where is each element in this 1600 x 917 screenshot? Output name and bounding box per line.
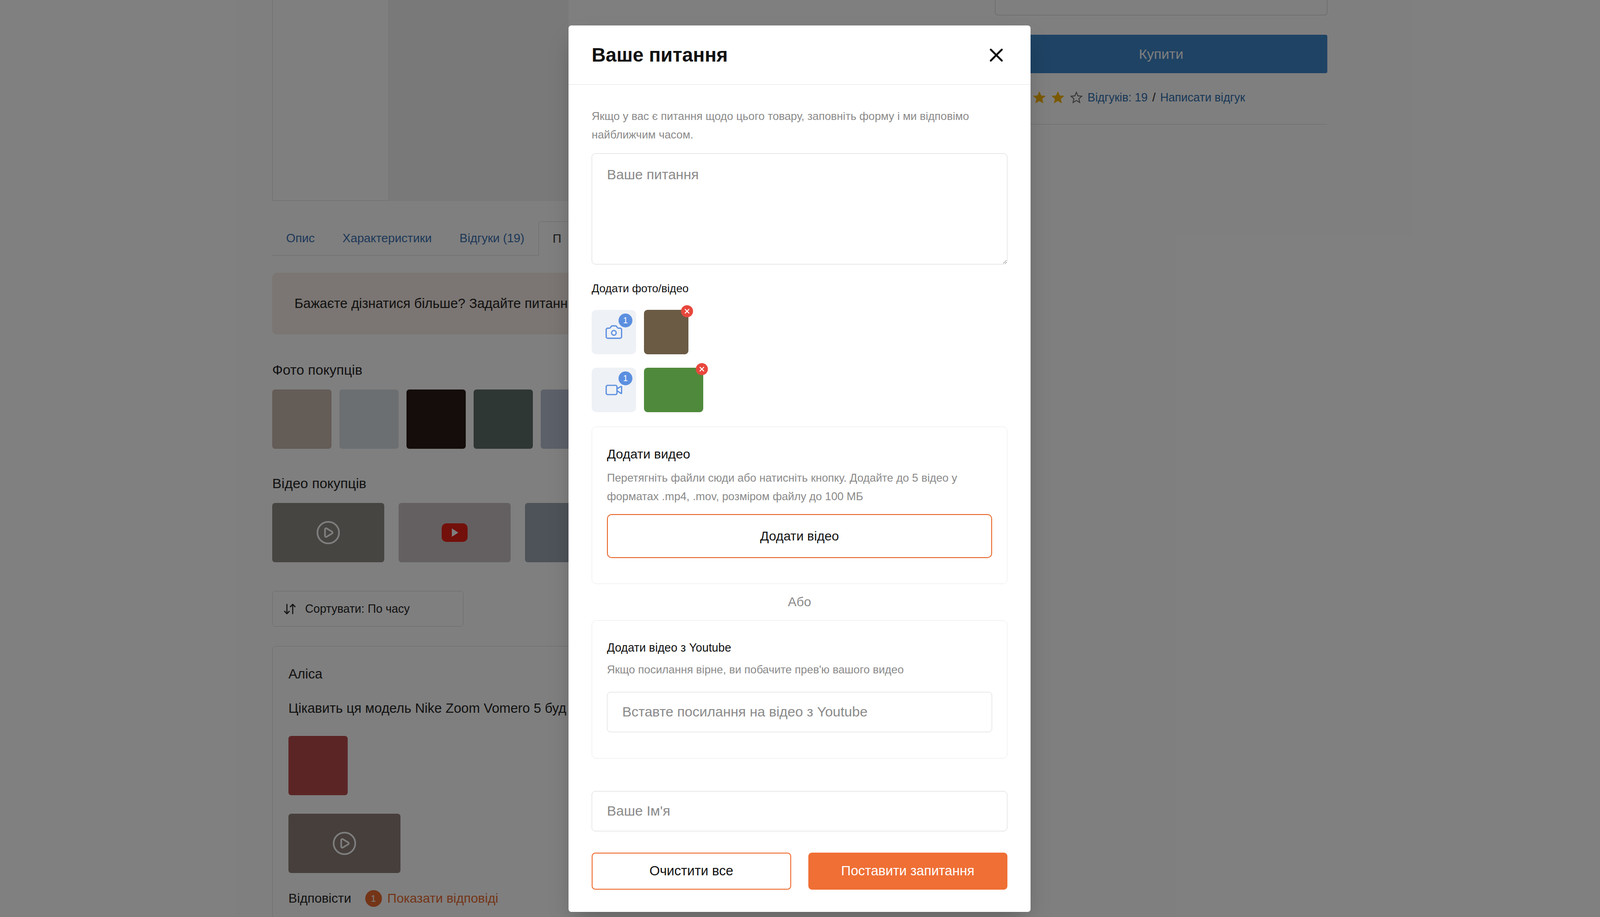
remove-icon: [683, 307, 691, 315]
upload-title: Додати видео: [606, 444, 993, 464]
dialog-header: Ваше питання: [568, 25, 1031, 85]
add-video-button[interactable]: Додати відео: [606, 513, 993, 558]
media-label: Додати фото/відео: [591, 280, 1008, 297]
dialog-body: Якщо у вас є питання щодо цього товару, …: [568, 84, 1031, 912]
dialog-actions: Очистити все Поставити запитання: [591, 852, 1008, 890]
remove-button[interactable]: [681, 305, 694, 318]
youtube-card: Додати відео з Youtube Якщо посилання вір…: [591, 619, 1008, 759]
question-textarea[interactable]: [591, 153, 1008, 265]
close-icon[interactable]: [985, 43, 1008, 67]
name-input[interactable]: [591, 790, 1008, 832]
clear-button[interactable]: Очистити все: [591, 852, 792, 890]
attachment-row: 1: [591, 309, 1008, 355]
dialog-title: Ваше питання: [591, 40, 728, 70]
dialog-intro: Якщо у вас є питання щодо цього товару, …: [591, 106, 1008, 144]
remove-icon: [698, 365, 706, 373]
youtube-input[interactable]: [606, 691, 993, 732]
upload-card: Додати видео Перетягніть файли сюди або н…: [591, 426, 1008, 584]
youtube-hint: Якщо посилання вірне, ви побачите прев'ю…: [606, 661, 993, 678]
count-badge: 1: [618, 371, 633, 386]
attachment-row: 1: [591, 367, 1008, 413]
add-media-button[interactable]: 1: [591, 309, 637, 355]
count-badge: 1: [618, 313, 633, 328]
remove-button[interactable]: [695, 362, 708, 375]
video-preview: [643, 367, 704, 413]
youtube-title: Додати відео з Youtube: [606, 638, 993, 657]
or-divider: Або: [591, 592, 1008, 612]
page: ОписХарактеристикиВідгуки (19)ПБажаєте д…: [0, 0, 1600, 917]
question-dialog: Ваше питання Якщо у вас є питання щодо ць…: [568, 25, 1031, 912]
add-media-button[interactable]: 1: [591, 367, 637, 413]
photo-preview: [643, 309, 689, 355]
upload-hint: Перетягніть файли сюди або натисніть кно…: [606, 468, 993, 506]
submit-button[interactable]: Поставити запитання: [808, 852, 1008, 890]
